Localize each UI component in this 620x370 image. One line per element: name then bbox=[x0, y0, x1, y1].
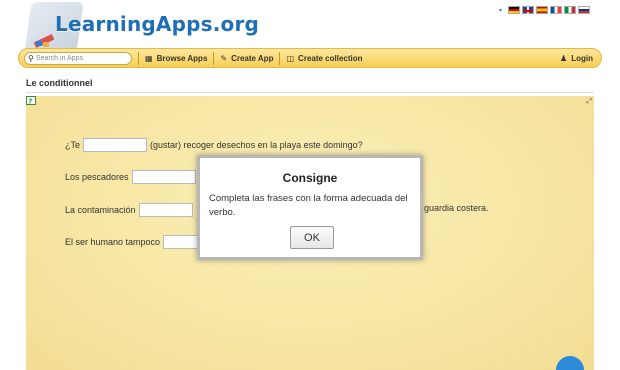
sentence-3-end: guardia costera. bbox=[424, 203, 489, 213]
user-icon: ♟ bbox=[560, 53, 568, 63]
flag-de-icon[interactable] bbox=[508, 6, 520, 14]
title-divider bbox=[26, 92, 594, 93]
collection-icon: ◫ bbox=[286, 53, 295, 63]
page-title: Le conditionnel bbox=[26, 78, 93, 88]
dialog-text: Completa las frases con la forma adecuad… bbox=[209, 193, 408, 218]
create-app-link[interactable]: ✎ Create App bbox=[220, 54, 273, 63]
sentence-3: La contaminación bbox=[65, 203, 196, 217]
help-icon[interactable]: ? bbox=[26, 96, 37, 106]
flag-fr-icon[interactable] bbox=[550, 6, 562, 14]
answer-input-1[interactable] bbox=[83, 138, 148, 152]
nav-divider bbox=[279, 51, 281, 65]
sentence-4: El ser humano tampoco bbox=[65, 235, 206, 249]
answer-input-3[interactable] bbox=[138, 203, 193, 217]
instruction-dialog: Consigne Completa las frases con la form… bbox=[197, 155, 423, 260]
create-app-label: Create App bbox=[231, 53, 274, 63]
search-input[interactable]: ⚲ Search in Apps bbox=[24, 51, 132, 65]
login-label: Login bbox=[571, 53, 593, 63]
flag-ru-icon[interactable] bbox=[578, 6, 590, 14]
chevron-down-icon[interactable]: ▾ bbox=[499, 7, 502, 14]
sentence-3-start: La contaminación bbox=[65, 205, 136, 215]
browse-apps-label: Browse Apps bbox=[156, 53, 208, 63]
sentence-1-end: (gustar) recoger desechos en la playa es… bbox=[150, 140, 363, 150]
logo-text: LearningApps.org bbox=[55, 12, 260, 36]
browse-apps-link[interactable]: ▦ Browse Apps bbox=[145, 54, 207, 63]
pencil-icon: ✎ bbox=[220, 53, 228, 63]
sentence-2-start: Los pescadores bbox=[65, 172, 129, 182]
login-link[interactable]: ♟ Login bbox=[560, 54, 593, 63]
search-icon: ⚲ bbox=[28, 53, 34, 63]
grid-icon: ▦ bbox=[145, 53, 153, 63]
sentence-1-start: ¿Te bbox=[65, 140, 81, 150]
nav-divider bbox=[138, 51, 139, 65]
svg-text:?: ? bbox=[28, 98, 32, 106]
sentence-2: Los pescadores bbox=[65, 170, 199, 184]
flag-it-icon[interactable] bbox=[564, 6, 576, 14]
site-logo[interactable]: LearningApps.org bbox=[18, 2, 259, 54]
main-navbar: ⚲ Search in Apps ▦ Browse Apps ✎ Create … bbox=[18, 48, 602, 68]
ok-button[interactable]: OK bbox=[290, 226, 334, 249]
flag-es-icon[interactable] bbox=[536, 6, 548, 14]
language-selector[interactable]: ▾ bbox=[499, 6, 590, 14]
flag-gb-icon[interactable] bbox=[522, 6, 534, 14]
search-placeholder: Search in Apps bbox=[35, 54, 83, 62]
answer-input-2[interactable] bbox=[131, 170, 196, 184]
fullscreen-icon[interactable]: ⤢ bbox=[586, 98, 592, 106]
sentence-3-tail: guardia costera. bbox=[424, 203, 489, 213]
nav-divider bbox=[213, 51, 215, 65]
sentence-1: ¿Te (gustar) recoger desechos en la play… bbox=[65, 138, 363, 152]
dialog-title: Consigne bbox=[282, 171, 338, 185]
create-collection-label: Create collection bbox=[298, 53, 363, 63]
sentence-4-start: El ser humano tampoco bbox=[65, 237, 161, 247]
check-solution-button[interactable] bbox=[556, 356, 584, 370]
create-collection-link[interactable]: ◫ Create collection bbox=[286, 54, 362, 63]
